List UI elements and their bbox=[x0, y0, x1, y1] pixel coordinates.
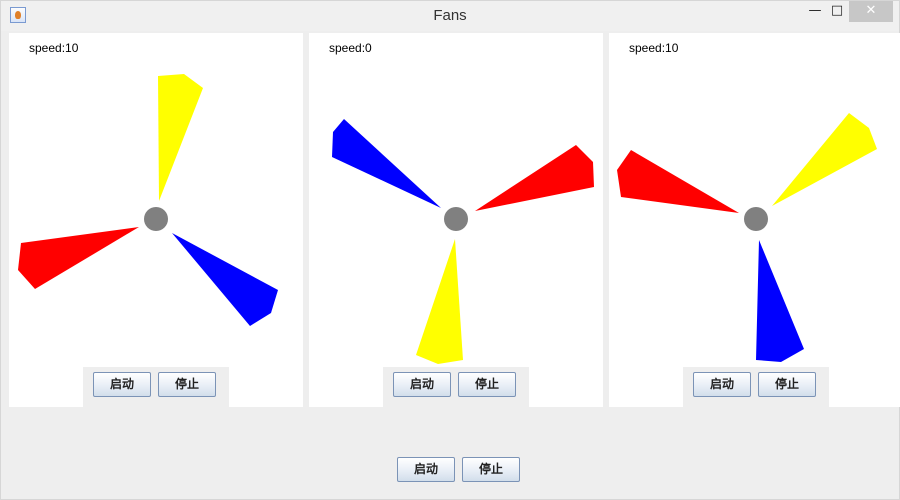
fan-button-bar: 启动 停止 bbox=[383, 367, 529, 407]
stop-button[interactable]: 停止 bbox=[458, 372, 516, 397]
fan-button-bar: 启动 停止 bbox=[83, 367, 229, 407]
start-button[interactable]: 启动 bbox=[393, 372, 451, 397]
fan-panel-3: speed:10 启动 停止 bbox=[609, 33, 900, 407]
fan-blade-red bbox=[475, 145, 594, 211]
fan-graphic bbox=[332, 119, 594, 364]
stop-all-button[interactable]: 停止 bbox=[462, 457, 520, 482]
start-button[interactable]: 启动 bbox=[693, 372, 751, 397]
maximize-icon[interactable]: □ bbox=[827, 1, 847, 22]
fan-hub bbox=[144, 207, 168, 231]
fan-hub bbox=[444, 207, 468, 231]
close-icon[interactable]: ✕ bbox=[849, 1, 893, 22]
fan-blade-blue bbox=[172, 233, 278, 326]
stop-button[interactable]: 停止 bbox=[158, 372, 216, 397]
fan-blade-yellow bbox=[416, 239, 463, 364]
fan-blade-yellow bbox=[772, 113, 877, 206]
fan-graphic bbox=[18, 74, 278, 326]
minimize-icon[interactable]: — bbox=[803, 1, 827, 22]
window-title: Fans bbox=[433, 7, 467, 24]
fan-blade-red bbox=[18, 227, 139, 289]
stop-button[interactable]: 停止 bbox=[758, 372, 816, 397]
fan-blade-red bbox=[617, 150, 739, 213]
fan-blade-yellow bbox=[158, 74, 203, 201]
fan-hub bbox=[744, 207, 768, 231]
title-bar: Fans — □ ✕ bbox=[1, 1, 899, 31]
fan-blade-blue bbox=[756, 240, 804, 362]
start-button[interactable]: 启动 bbox=[93, 372, 151, 397]
fan-panel-1: speed:10 启动 停止 bbox=[9, 33, 303, 407]
fan-graphic bbox=[617, 113, 877, 362]
app-window: Fans — □ ✕ speed:10 启动 停止 speed:0 启动 停止 bbox=[0, 0, 900, 500]
start-all-button[interactable]: 启动 bbox=[397, 457, 455, 482]
fan-button-bar: 启动 停止 bbox=[683, 367, 829, 407]
fan-panel-2: speed:0 启动 停止 bbox=[309, 33, 603, 407]
fan-blade-blue bbox=[332, 119, 441, 208]
